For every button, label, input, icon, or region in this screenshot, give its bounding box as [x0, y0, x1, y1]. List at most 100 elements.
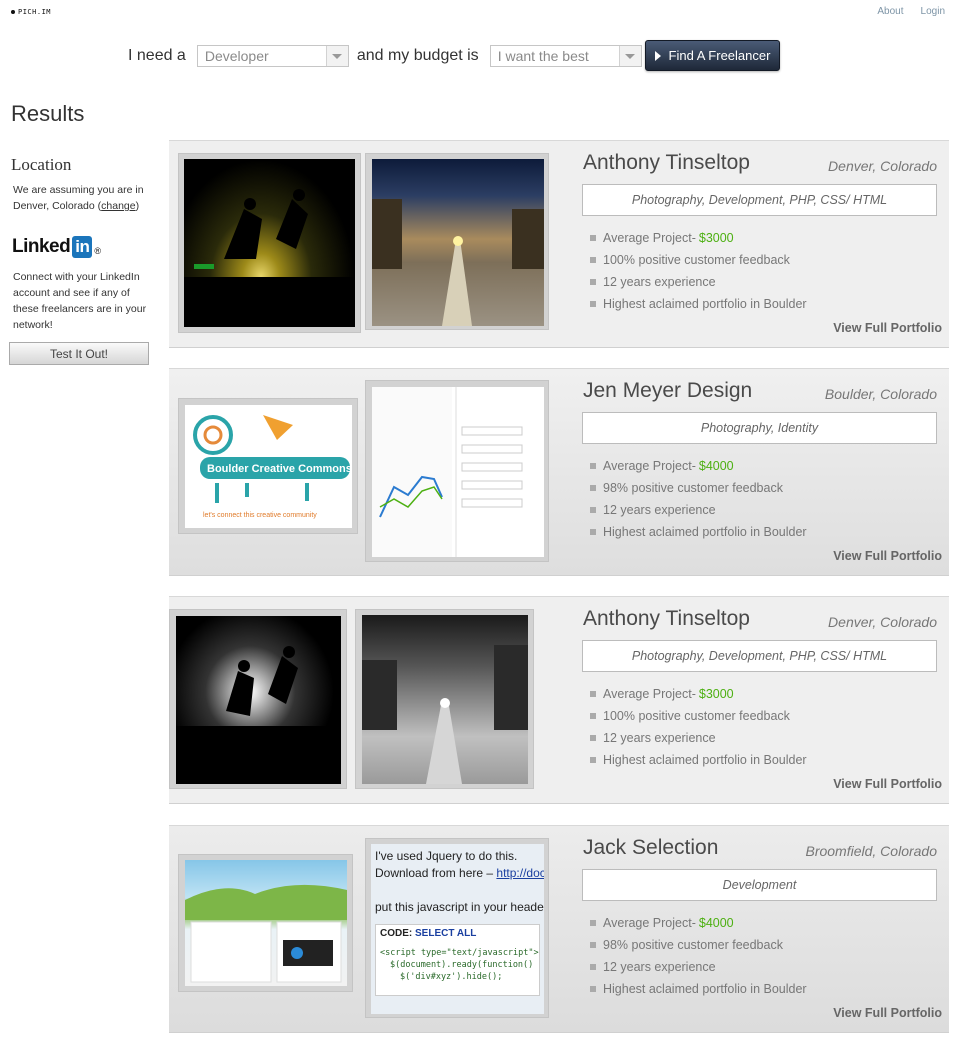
location-close-paren: )	[135, 200, 140, 212]
freelancer-name[interactable]: Jack Selection	[583, 836, 718, 860]
portfolio-thumbnail[interactable]	[169, 609, 347, 789]
avg-project-price: $3000	[698, 687, 734, 701]
budget-select-value: I want the best	[497, 48, 589, 64]
bullet-icon	[590, 301, 596, 307]
list-item: 12 years experience	[590, 727, 807, 749]
experience-text: 12 years experience	[603, 731, 716, 745]
select-all-link: SELECT ALL	[415, 928, 477, 939]
list-item: 12 years experience	[590, 271, 807, 293]
search-bar: I need a Developer and my budget is I wa…	[128, 40, 650, 72]
location-text: We are assuming you are in Denver, Color…	[13, 182, 153, 214]
freelancer-location: Denver, Colorado	[828, 158, 937, 174]
portfolio-image	[372, 159, 544, 326]
bullet-icon	[590, 942, 596, 948]
logo-text: PICH.IM	[18, 8, 52, 16]
code-line: put this javascript in your header:	[375, 900, 544, 914]
bcc-title: Boulder Creative Commons	[207, 463, 352, 475]
list-item: Highest aclaimed portfolio in Boulder	[590, 521, 807, 543]
portfolio-image	[176, 616, 341, 784]
portfolio-thumbnail[interactable]	[355, 609, 534, 789]
bcc-tagline: let's connect this creative community	[203, 512, 317, 519]
bullet-icon	[590, 507, 596, 513]
portfolio-thumbnail[interactable]	[365, 380, 549, 562]
skills-box: Photography, Identity	[582, 412, 937, 444]
facts-list: Average Project- $4000 98% positive custo…	[590, 455, 807, 543]
portfolio-image	[362, 615, 528, 784]
avg-project-label: Average Project-	[603, 687, 696, 701]
freelancer-location: Denver, Colorado	[828, 614, 937, 630]
change-location-link[interactable]: change	[101, 200, 135, 212]
avg-project-label: Average Project-	[603, 916, 696, 930]
feedback-text: 98% positive customer feedback	[603, 481, 783, 495]
portfolio-note: Highest aclaimed portfolio in Boulder	[603, 297, 807, 311]
linkedin-word: Linked	[12, 236, 71, 257]
budget-select[interactable]: I want the best	[489, 45, 642, 67]
find-freelancer-button[interactable]: Find A Freelancer	[645, 40, 780, 71]
chevron-down-icon[interactable]	[325, 46, 348, 66]
skills-box: Photography, Development, PHP, CSS/ HTML	[582, 640, 937, 672]
freelancer-card: I've used Jquery to do this. Download fr…	[169, 825, 949, 1033]
code-line: Download from here – http://docs.jqu	[375, 865, 544, 882]
code-snippet: <script type="text/javascript">	[380, 948, 539, 958]
freelancer-name[interactable]: Anthony Tinseltop	[583, 607, 750, 631]
find-freelancer-label: Find A Freelancer	[668, 48, 771, 63]
chevron-down-icon[interactable]	[618, 46, 641, 66]
portfolio-thumbnail[interactable]: Boulder Creative Commons let's connect t…	[178, 398, 358, 534]
bullet-icon	[590, 691, 596, 697]
freelancer-name[interactable]: Jen Meyer Design	[583, 379, 752, 403]
fountain-silhouette-image	[176, 646, 341, 784]
freelancer-name[interactable]: Anthony Tinseltop	[583, 151, 750, 175]
code-snippet: $(document).ready(function() {	[390, 960, 540, 970]
linkedin-text: Connect with your LinkedIn account and s…	[13, 271, 147, 331]
view-portfolio-link[interactable]: View Full Portfolio	[833, 777, 942, 791]
search-middle: and my budget is	[356, 47, 479, 64]
analytics-dashboard-image	[372, 387, 523, 557]
list-item: Average Project- $3000	[590, 683, 807, 705]
city-street-image	[362, 645, 528, 784]
test-it-out-button[interactable]: Test It Out!	[9, 342, 149, 365]
avg-project-price: $4000	[698, 916, 734, 930]
portfolio-thumbnail[interactable]	[178, 153, 361, 333]
brand-logo[interactable]: PICH.IM	[11, 8, 51, 16]
bullet-icon	[590, 713, 596, 719]
role-select-value: Developer	[204, 48, 269, 64]
bullet-icon	[590, 529, 596, 535]
portfolio-image	[372, 387, 544, 557]
list-item: 100% positive customer feedback	[590, 249, 807, 271]
view-portfolio-link[interactable]: View Full Portfolio	[833, 549, 942, 563]
about-link[interactable]: About	[877, 6, 903, 17]
feedback-text: 100% positive customer feedback	[603, 709, 790, 723]
login-link[interactable]: Login	[921, 6, 945, 17]
bullet-icon	[590, 986, 596, 992]
role-select[interactable]: Developer	[196, 45, 349, 67]
list-item: 98% positive customer feedback	[590, 477, 807, 499]
bullet-icon	[590, 757, 596, 763]
view-portfolio-link[interactable]: View Full Portfolio	[833, 321, 942, 335]
list-item: Highest aclaimed portfolio in Boulder	[590, 293, 807, 315]
search-prefix: I need a	[128, 47, 186, 64]
portfolio-thumbnail[interactable]	[178, 854, 353, 992]
avg-project-label: Average Project-	[603, 459, 696, 473]
website-screenshot-image	[185, 884, 347, 983]
boulder-creative-commons-image: Boulder Creative Commons let's connect t…	[193, 415, 352, 519]
portfolio-thumbnail[interactable]	[365, 153, 549, 330]
list-item: Average Project- $4000	[590, 455, 807, 477]
avg-project-price: $3000	[698, 231, 734, 245]
page-title: Results	[11, 101, 85, 126]
portfolio-thumbnail[interactable]: I've used Jquery to do this. Download fr…	[365, 838, 549, 1018]
view-portfolio-link[interactable]: View Full Portfolio	[833, 1006, 942, 1020]
code-snippet: $('div#xyz').hide();	[400, 972, 503, 982]
play-arrow-icon	[654, 50, 661, 61]
experience-text: 12 years experience	[603, 503, 716, 517]
linkedin-logo: Linked in ®	[12, 236, 101, 258]
code-line: I've used Jquery to do this.	[375, 849, 518, 863]
freelancer-location: Broomfield, Colorado	[805, 843, 937, 859]
location-title: Location	[11, 155, 72, 174]
portfolio-note: Highest aclaimed portfolio in Boulder	[603, 753, 807, 767]
code-label: CODE:	[380, 928, 413, 939]
linkedin-in-icon: in	[72, 236, 93, 258]
bullet-icon	[590, 257, 596, 263]
avg-project-label: Average Project-	[603, 231, 696, 245]
list-item: 98% positive customer feedback	[590, 934, 807, 956]
bullet-icon	[590, 463, 596, 469]
